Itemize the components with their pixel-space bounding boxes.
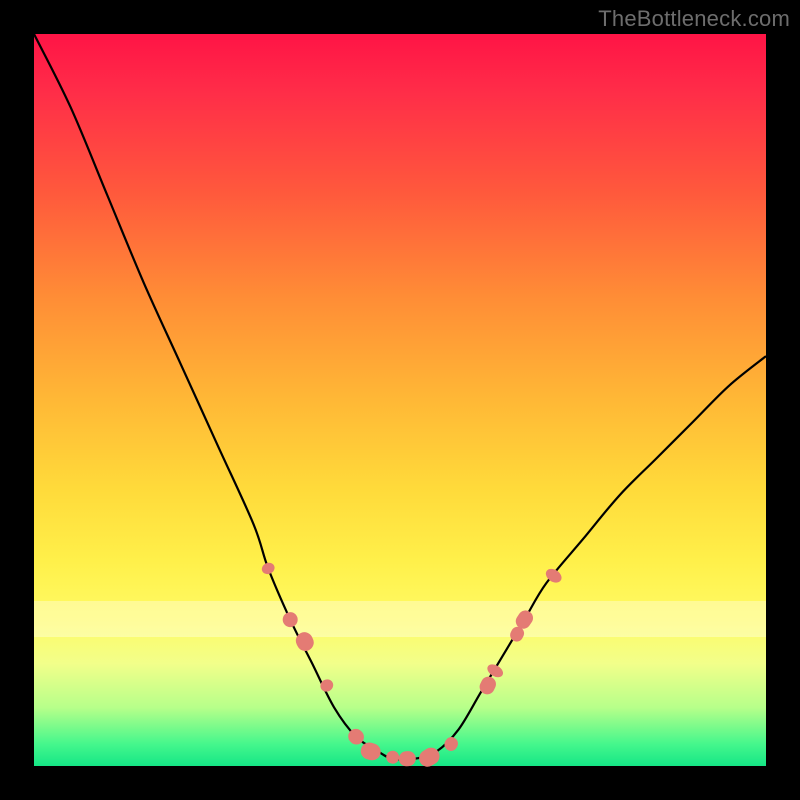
- marker-capsule: [280, 610, 299, 629]
- marker-capsule: [399, 751, 416, 766]
- marker-capsule: [359, 741, 381, 761]
- curve-layer: [34, 34, 766, 766]
- marker-capsule: [386, 751, 399, 764]
- chart-frame: TheBottleneck.com: [0, 0, 800, 800]
- plot-area: [34, 34, 766, 766]
- marker-capsule: [443, 735, 460, 752]
- marker-capsule: [261, 561, 276, 575]
- marker-capsule: [417, 745, 442, 769]
- marker-group: [261, 561, 564, 769]
- main-curve: [34, 34, 766, 760]
- watermark-text: TheBottleneck.com: [598, 6, 790, 32]
